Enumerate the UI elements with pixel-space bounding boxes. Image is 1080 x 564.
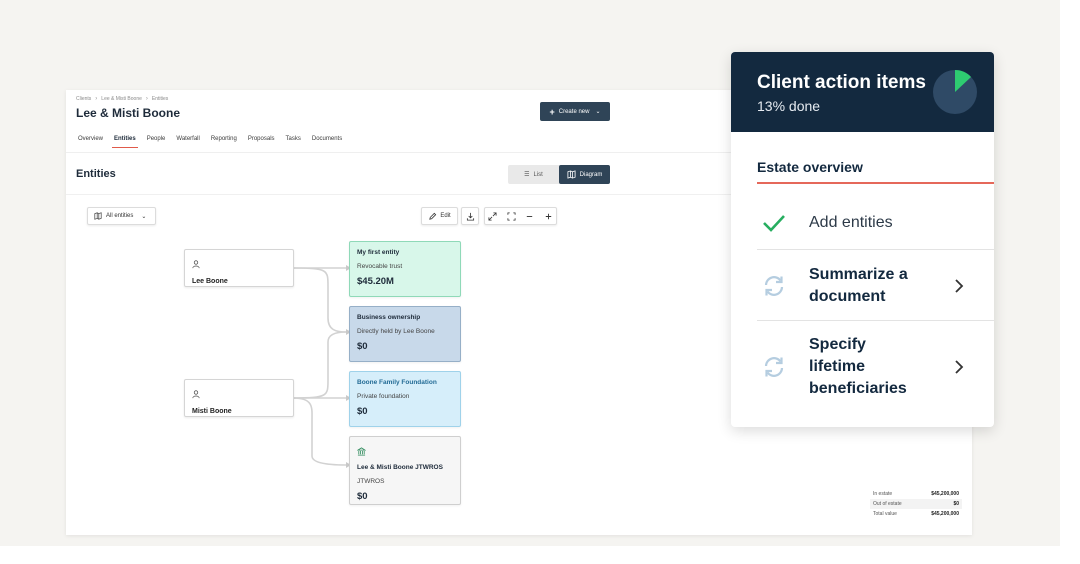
person-name: Misti Boone <box>192 408 232 415</box>
estate-overview-heading: Estate overview <box>757 159 863 175</box>
checkmark-icon <box>757 213 791 233</box>
chevron-right-icon <box>955 360 964 374</box>
summary-label: In estate <box>873 491 893 497</box>
entity-card-business-ownership[interactable]: Business ownership Directly held by Lee … <box>349 306 461 362</box>
person-card-misti[interactable]: Misti Boone <box>184 379 294 417</box>
client-action-panel: Client action items 13% done Estate over… <box>731 52 994 427</box>
summary-value: $45,200,000 <box>931 511 959 517</box>
progress-pie-icon <box>933 70 977 114</box>
chevron-right-icon <box>955 279 964 293</box>
action-panel-header: Client action items 13% done <box>731 52 994 132</box>
entity-name: My first entity <box>357 249 400 256</box>
entity-type: Revocable trust <box>357 263 403 270</box>
entity-type: JTWROS <box>357 478 385 485</box>
person-name: Lee Boone <box>192 278 228 285</box>
entity-card-foundation[interactable]: Boone Family Foundation Private foundati… <box>349 371 461 427</box>
action-item-label: Specify lifetime beneficiaries <box>809 336 907 397</box>
sync-icon <box>757 355 791 379</box>
summary-label: Total value <box>873 511 897 517</box>
entity-type: Private foundation <box>357 393 410 400</box>
entity-name: Business ownership <box>357 314 421 321</box>
item-divider <box>757 320 994 321</box>
estate-summary-table: In estate $45,200,000 Out of estate $0 T… <box>870 489 962 519</box>
entity-card-jtwros[interactable]: Lee & Misti Boone JTWROS JTWROS $0 <box>349 436 461 505</box>
action-item-specify-beneficiaries[interactable]: Specify lifetime beneficiaries <box>757 332 994 402</box>
summary-row: Total value $45,200,000 <box>870 509 962 519</box>
summary-value: $45,200,000 <box>931 491 959 497</box>
entity-value: $0 <box>357 491 368 502</box>
item-divider <box>757 249 994 250</box>
person-icon <box>192 390 200 399</box>
action-panel-title: Client action items <box>757 72 926 93</box>
summary-row: Out of estate $0 <box>870 499 962 509</box>
summary-row: In estate $45,200,000 <box>870 489 962 499</box>
action-item-label: Summarize a document <box>809 266 908 305</box>
action-item-label: Add entities <box>809 214 893 231</box>
entity-value: $45.20M <box>357 276 394 287</box>
summary-value: $0 <box>953 501 959 507</box>
person-icon <box>192 260 200 269</box>
entity-card-revocable-trust[interactable]: My first entity Revocable trust $45.20M <box>349 241 461 297</box>
action-item-summarize-document[interactable]: Summarize a document <box>757 258 994 314</box>
person-card-lee[interactable]: Lee Boone <box>184 249 294 287</box>
entity-type: Directly held by Lee Boone <box>357 328 435 335</box>
entity-value: $0 <box>357 406 368 417</box>
entity-value: $0 <box>357 341 368 352</box>
summary-label: Out of estate <box>873 501 902 507</box>
progress-text: 13% done <box>757 98 821 114</box>
entity-name: Boone Family Foundation <box>357 379 437 386</box>
sync-icon <box>757 274 791 298</box>
action-item-add-entities[interactable]: Add entities <box>757 198 994 248</box>
estate-overview-underline <box>757 182 994 184</box>
entity-name: Lee & Misti Boone JTWROS <box>357 464 443 471</box>
bank-icon <box>356 447 367 456</box>
